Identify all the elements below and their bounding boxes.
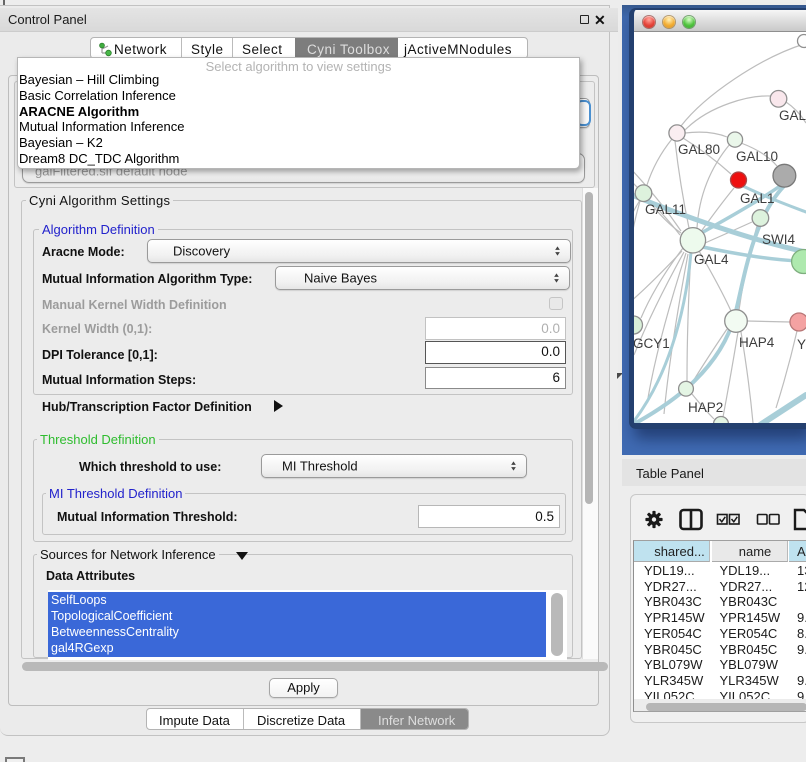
svg-text:GAL1: GAL1 bbox=[740, 191, 775, 206]
svg-text:Y: Y bbox=[797, 337, 806, 352]
svg-text:HAP4: HAP4 bbox=[739, 335, 775, 350]
svg-text:GAL80: GAL80 bbox=[678, 142, 720, 157]
svg-text:GCY1: GCY1 bbox=[634, 336, 670, 351]
svg-text:SWI4: SWI4 bbox=[762, 232, 795, 247]
svg-text:GAL11: GAL11 bbox=[645, 202, 686, 217]
svg-text:GAL4: GAL4 bbox=[694, 252, 729, 267]
svg-text:HAP2: HAP2 bbox=[688, 400, 723, 415]
svg-text:GAL: GAL bbox=[779, 108, 806, 123]
svg-text:GAL10: GAL10 bbox=[736, 149, 778, 164]
